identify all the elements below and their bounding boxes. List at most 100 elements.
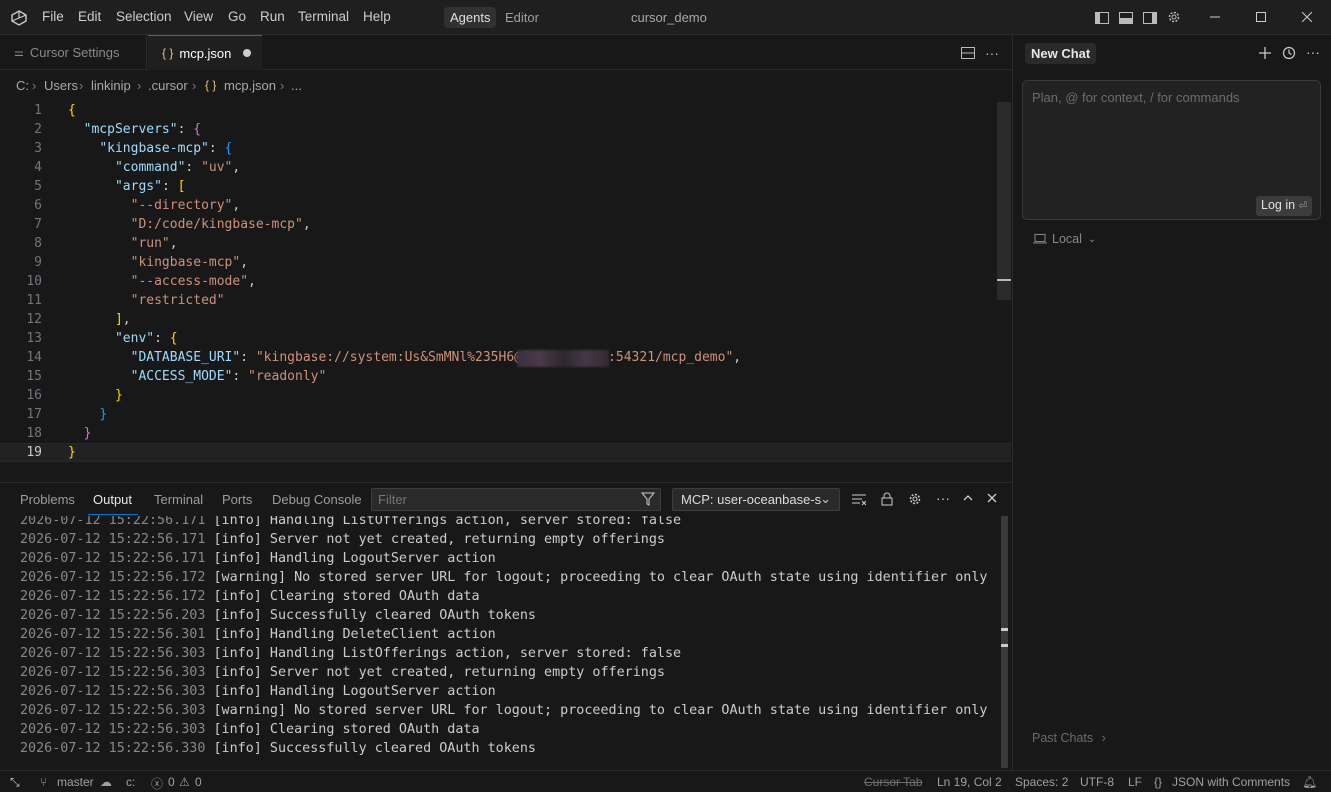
tab-label: mcp.json — [179, 45, 232, 61]
login-button[interactable]: Log in ⏎ — [1256, 196, 1312, 216]
split-editor-icon[interactable] — [960, 45, 976, 61]
code-editor[interactable]: 1{2 "mcpServers": {3 "kingbase-mcp": {4 … — [0, 102, 1011, 480]
indentation[interactable]: Spaces: 2 — [1015, 775, 1068, 789]
tab-terminal[interactable]: Terminal — [154, 492, 203, 507]
branch-name[interactable]: master — [57, 775, 94, 789]
editor-scrollbar[interactable] — [997, 102, 1011, 300]
panel-more-icon[interactable]: ··· — [935, 490, 951, 506]
output-log[interactable]: 2026-07-12 15:22:56.171 [info] Handling … — [0, 516, 1011, 768]
log-timestamp: 2026-07-12 15:22:56.203 — [20, 608, 206, 623]
toggle-primary-sidebar-icon[interactable] — [1094, 10, 1110, 26]
chevron-right-icon: › — [1101, 731, 1106, 745]
close-panel-icon[interactable] — [984, 490, 1000, 506]
breadcrumb-cursor-folder[interactable]: .cursor — [148, 78, 188, 93]
tab-debug-console[interactable]: Debug Console — [272, 492, 362, 507]
code-line[interactable]: "command": "uv", — [68, 160, 240, 175]
warning-count[interactable]: 0 — [195, 775, 202, 789]
notifications-bell-icon[interactable]: 🔔︎ — [1302, 775, 1317, 789]
output-channel-select[interactable]: MCP: user-oceanbase-s ⌄ — [672, 488, 840, 511]
output-filter-input[interactable] — [371, 488, 661, 511]
menu-run[interactable]: Run — [260, 9, 285, 24]
toggle-panel-icon[interactable] — [1118, 10, 1134, 26]
title-bar: File Edit Selection View Go Run Terminal… — [0, 0, 1331, 35]
code-token: , — [248, 274, 256, 289]
tab-cursor-settings[interactable]: ⚌ Cursor Settings — [0, 35, 147, 70]
code-token: { — [169, 331, 178, 346]
menu-file[interactable]: File — [42, 9, 64, 24]
breadcrumb-users[interactable]: Users — [44, 78, 78, 93]
maximize-icon[interactable] — [1253, 9, 1269, 25]
tab-mcp-json[interactable]: { } mcp.json — [148, 35, 262, 70]
menu-help[interactable]: Help — [363, 9, 391, 24]
error-count[interactable]: 0 — [168, 775, 175, 789]
history-clock-icon[interactable] — [1281, 45, 1297, 61]
tab-ports[interactable]: Ports — [222, 492, 252, 507]
code-line[interactable]: } — [68, 388, 123, 403]
code-line[interactable]: "--directory", — [68, 198, 241, 213]
settings-gear-icon[interactable] — [1166, 9, 1182, 25]
code-line[interactable]: } — [68, 407, 107, 422]
code-line[interactable]: } — [68, 445, 76, 460]
menu-terminal[interactable]: Terminal — [298, 9, 349, 24]
code-line[interactable]: { — [68, 103, 76, 118]
code-line[interactable]: "args": [ — [68, 179, 185, 194]
toggle-secondary-sidebar-icon[interactable] — [1142, 10, 1158, 26]
chat-input-box[interactable]: Plan, @ for context, / for commands Log … — [1022, 80, 1321, 220]
code-line[interactable]: "ACCESS_MODE": "readonly" — [68, 369, 327, 384]
menu-view[interactable]: View — [184, 9, 213, 24]
code-line[interactable]: ], — [68, 312, 131, 327]
breadcrumb-file[interactable]: mcp.json — [224, 78, 276, 93]
output-scrollbar[interactable] — [1001, 516, 1008, 768]
remote-icon[interactable]: ⤡ — [10, 775, 20, 790]
line-number: 2 — [34, 122, 42, 137]
menu-go[interactable]: Go — [228, 9, 246, 24]
past-chats-link[interactable]: Past Chats › — [1032, 731, 1106, 745]
chat-more-icon[interactable]: ··· — [1305, 44, 1321, 60]
code-line[interactable]: "D:/code/kingbase-mcp", — [68, 217, 311, 232]
code-token: "DATABASE_URI" — [130, 350, 241, 365]
tab-problems[interactable]: Problems — [20, 492, 75, 507]
code-line[interactable]: "run", — [68, 236, 178, 251]
code-token: { — [224, 141, 233, 156]
log-message: [info] Handling DeleteClient action — [205, 627, 496, 642]
maximize-panel-chevron-up-icon[interactable] — [960, 490, 976, 506]
code-line[interactable]: } — [68, 426, 92, 441]
menu-selection[interactable]: Selection — [116, 9, 172, 24]
drive-label[interactable]: c: — [126, 775, 135, 789]
close-window-icon[interactable] — [1299, 9, 1315, 25]
sync-cloud-icon[interactable]: ☁ — [100, 775, 112, 789]
local-mode-select[interactable]: Local ⌄ — [1033, 232, 1096, 246]
cursor-tab-status[interactable]: Cursor Tab — [864, 775, 922, 789]
agents-mode-button[interactable]: Agents — [444, 7, 497, 28]
language-mode[interactable]: JSON with Comments — [1172, 775, 1290, 789]
chevron-down-icon: ⌄ — [820, 491, 831, 506]
editor-mode-button[interactable]: Editor — [499, 7, 545, 28]
clear-output-icon[interactable] — [851, 492, 867, 508]
end-of-line[interactable]: LF — [1128, 775, 1142, 789]
encoding[interactable]: UTF-8 — [1080, 775, 1114, 789]
filter-icon[interactable] — [640, 491, 656, 507]
code-line[interactable]: "kingbase-mcp", — [68, 255, 248, 270]
plus-icon[interactable] — [1257, 45, 1273, 61]
code-line[interactable]: "restricted" — [68, 293, 225, 308]
modified-dot-icon[interactable] — [243, 49, 252, 57]
line-number: 7 — [34, 217, 42, 232]
menu-edit[interactable]: Edit — [78, 9, 101, 24]
new-chat-tab[interactable]: New Chat — [1025, 43, 1097, 64]
code-line[interactable]: "kingbase-mcp": { — [68, 141, 232, 156]
code-line[interactable]: "--access-mode", — [68, 274, 256, 289]
code-line[interactable]: "mcpServers": { — [68, 122, 201, 137]
code-token: : — [154, 331, 170, 346]
tab-output[interactable]: Output — [93, 492, 132, 507]
breadcrumb-drive[interactable]: C: — [16, 78, 29, 93]
code-line[interactable]: "env": { — [68, 331, 178, 346]
code-line[interactable]: "DATABASE_URI": "kingbase://system:Us&Sm… — [68, 350, 742, 365]
minimize-icon[interactable] — [1207, 9, 1223, 25]
breadcrumb-user[interactable]: linkinip — [91, 78, 131, 93]
code-token: , — [232, 198, 241, 213]
output-settings-gear-icon[interactable] — [907, 491, 923, 507]
breadcrumb-symbol[interactable]: ... — [291, 78, 302, 93]
more-actions-icon[interactable]: ··· — [984, 45, 1000, 61]
cursor-position[interactable]: Ln 19, Col 2 — [937, 775, 1002, 789]
lock-scroll-icon[interactable] — [879, 491, 895, 507]
